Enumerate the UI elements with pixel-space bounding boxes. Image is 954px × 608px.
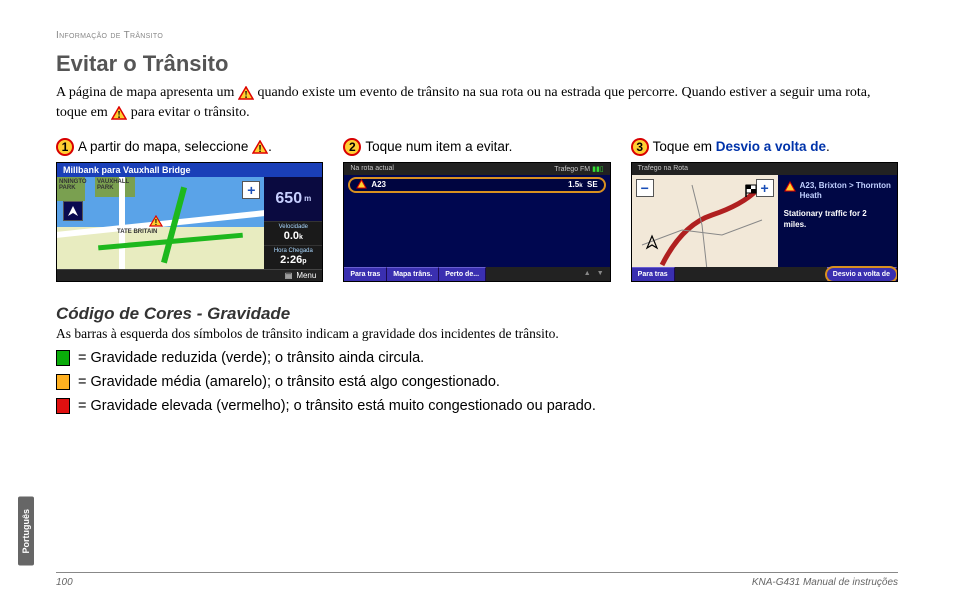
current-position-icon xyxy=(644,234,660,255)
screenshot-traffic-list: Na rota actual Trafego FM ▮▮▯ A23 1.5k S… xyxy=(343,162,610,282)
scroll-up-icon[interactable]: ▲ xyxy=(584,270,591,277)
direction-indicator-icon[interactable] xyxy=(63,201,83,221)
menu-icon[interactable]: ▤ xyxy=(285,271,293,280)
detour-top-bar: Trafego na Rota xyxy=(632,163,897,175)
back-button[interactable]: Para tras xyxy=(632,267,675,281)
traffic-distance-unit: k xyxy=(579,183,582,189)
page-number: 100 xyxy=(56,577,73,588)
red-swatch-icon xyxy=(56,398,70,414)
tab-spacer xyxy=(675,267,827,281)
traffic-warning-icon: ! xyxy=(111,106,127,120)
language-tab: Português xyxy=(18,497,34,566)
speed-unit: k xyxy=(299,234,303,241)
traffic-road-code: A23 xyxy=(371,180,386,189)
intro-paragraph: A página de mapa apresenta um ! quando e… xyxy=(56,83,898,124)
map-park-label: NNINGTO PARK xyxy=(59,179,87,191)
step-number-2-icon: 2 xyxy=(343,138,361,156)
map-canvas: NNINGTO PARK VAUXHALL PARK TATE BRITAIN … xyxy=(57,177,264,269)
traffic-warning-icon: ! xyxy=(238,86,254,100)
step-number-1-icon: 1 xyxy=(56,138,74,156)
scroll-down-icon[interactable]: ▼ xyxy=(597,270,604,277)
speed-value: 0.0 xyxy=(284,230,299,242)
back-button[interactable]: Para tras xyxy=(344,267,387,281)
map-bottom-bar: ▤ Menu xyxy=(57,269,322,281)
legend-yellow: = Gravidade média (amarelo); o trânsito … xyxy=(56,374,898,390)
menu-button[interactable]: Menu xyxy=(296,271,316,280)
green-swatch-icon xyxy=(56,350,70,366)
list-source: Trafego FM ▮▮▯ xyxy=(554,165,603,173)
distance-unit: m xyxy=(304,194,311,203)
traffic-item-row[interactable]: A23 1.5k SE xyxy=(348,177,605,193)
intro-text-1: A página de mapa apresenta um xyxy=(56,85,238,100)
step-2: 2 Toque num item a evitar. xyxy=(343,138,610,156)
legend-green: = Gravidade reduzida (verde); o trânsito… xyxy=(56,350,898,366)
page-footer: 100 KNA-G431 Manual de instruções xyxy=(56,572,898,588)
steps-row: 1 A partir do mapa, seleccione ! . 2 Toq… xyxy=(56,138,898,156)
map-poi-label: TATE BRITAIN xyxy=(117,229,157,235)
screenshots-row: Millbank para Vauxhall Bridge NNINGTO PA… xyxy=(56,162,898,282)
intro-text-3: para evitar o trânsito. xyxy=(131,105,250,120)
step-3-after: . xyxy=(826,139,830,154)
legend-red-text: = Gravidade elevada (vermelho); o trânsi… xyxy=(78,398,596,414)
section-header-small: Informação de Trânsito xyxy=(56,30,898,41)
detour-side-panel: A23, Brixton > Thornton Heath Stationary… xyxy=(778,175,897,267)
step-2-text: Toque num item a evitar. xyxy=(365,139,512,154)
svg-text:!: ! xyxy=(155,218,158,227)
step-3: 3 Toque em Desvio a volta de. xyxy=(631,138,898,156)
distance-value: 650 xyxy=(275,190,302,208)
traffic-distance: 1.5 xyxy=(568,180,579,189)
traffic-direction: SE xyxy=(587,180,598,189)
traffic-warning-icon xyxy=(784,181,796,195)
step-3-link-text: Desvio a volta de xyxy=(716,139,826,154)
detour-bottom-tabs: Para tras Desvio a volta de xyxy=(632,267,897,281)
scroll-area: ▲ ▼ xyxy=(486,267,610,281)
zoom-out-button[interactable]: − xyxy=(636,179,654,197)
zoom-in-button[interactable]: + xyxy=(756,179,774,197)
traffic-warning-icon: ! xyxy=(252,140,268,154)
section-2-subtitle: As barras à esquerda dos símbolos de trâ… xyxy=(56,326,898,342)
legend-green-text: = Gravidade reduzida (verde); o trânsito… xyxy=(78,350,424,366)
manual-name: KNA-G431 Manual de instruções xyxy=(752,577,898,588)
destination-flag-icon xyxy=(744,183,758,202)
step-number-3-icon: 3 xyxy=(631,138,649,156)
screenshot-map: Millbank para Vauxhall Bridge NNINGTO PA… xyxy=(56,162,323,282)
zoom-in-button[interactable]: + xyxy=(242,181,260,199)
eta-unit: p xyxy=(302,258,306,265)
map-park-label: VAUXHALL PARK xyxy=(97,179,129,191)
eta-value: 2:26 xyxy=(280,254,302,266)
traffic-warning-icon xyxy=(356,179,367,191)
screenshot-detour: Trafego na Rota − + A23, Brixton > Thorn… xyxy=(631,162,898,282)
page-title: Evitar o Trânsito xyxy=(56,51,898,77)
near-button[interactable]: Perto de... xyxy=(439,267,486,281)
step-1-after: . xyxy=(268,139,272,154)
traffic-warning-icon[interactable]: ! xyxy=(149,215,163,227)
eta-display[interactable]: Hora Chegada 2:26p xyxy=(264,245,322,269)
svg-text:!: ! xyxy=(244,90,247,100)
step-3-text: Toque em xyxy=(653,139,716,154)
svg-text:!: ! xyxy=(258,144,261,154)
list-title: Na rota actual xyxy=(350,165,394,172)
svg-text:!: ! xyxy=(118,110,121,120)
legend-yellow-text: = Gravidade média (amarelo); o trânsito … xyxy=(78,374,500,390)
step-1-text: A partir do mapa, seleccione xyxy=(78,139,252,154)
list-bottom-tabs: Para tras Mapa trâns. Perto de... ▲ ▼ xyxy=(344,267,609,281)
section-2-title: Código de Cores - Gravidade xyxy=(56,304,898,324)
detour-around-button[interactable]: Desvio a volta de xyxy=(827,267,897,281)
traffic-map-button[interactable]: Mapa trâns. xyxy=(387,267,439,281)
signal-icon: ▮▮▯ xyxy=(592,166,604,173)
detour-road-info: A23, Brixton > Thornton Heath xyxy=(784,181,891,202)
detour-traffic-info: Stationary traffic for 2 miles. xyxy=(784,209,891,230)
legend-red: = Gravidade elevada (vermelho); o trânsi… xyxy=(56,398,898,414)
map-title-bar: Millbank para Vauxhall Bridge xyxy=(57,163,322,177)
speed-display[interactable]: Velocidade 0.0k xyxy=(264,221,322,245)
map-side-panel: 650m Velocidade 0.0k Hora Chegada 2:26p xyxy=(264,177,322,269)
list-top-bar: Na rota actual Trafego FM ▮▮▯ xyxy=(344,163,609,175)
step-1: 1 A partir do mapa, seleccione ! . xyxy=(56,138,323,156)
detour-map: − + xyxy=(632,175,778,267)
yellow-swatch-icon xyxy=(56,374,70,390)
distance-display[interactable]: 650m xyxy=(264,177,322,221)
